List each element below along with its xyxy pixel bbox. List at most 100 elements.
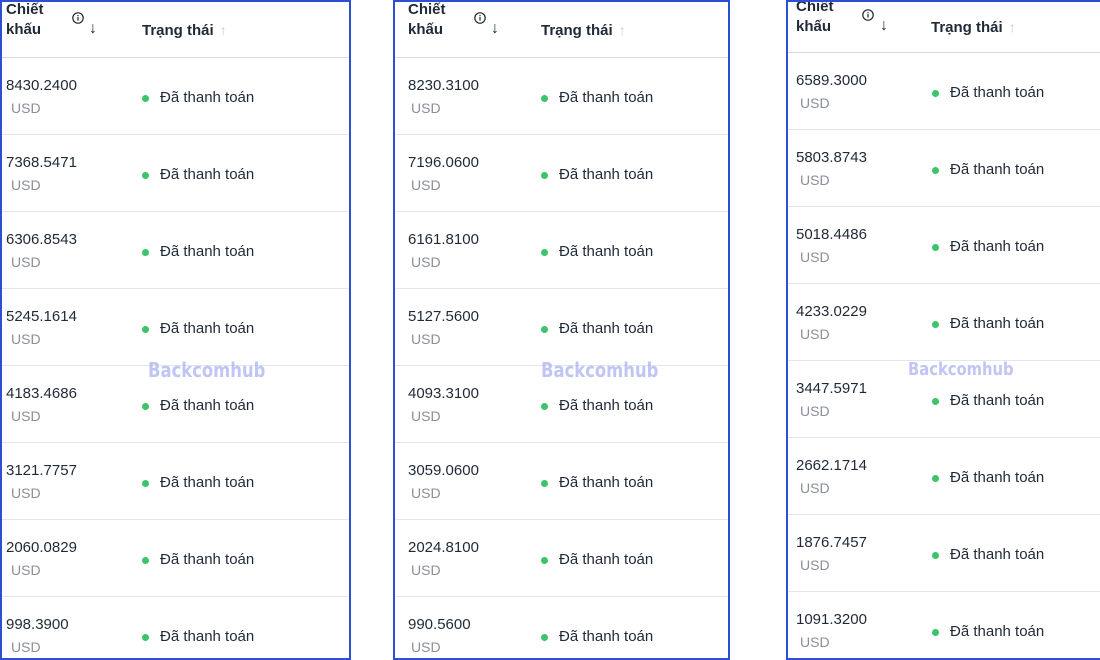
table-row[interactable]: 5127.5600 USD Đã thanh toán	[395, 289, 728, 366]
table-row[interactable]: 2060.0829 USD Đã thanh toán	[2, 520, 349, 597]
status-text: Đã thanh toán	[160, 628, 255, 645]
currency-label: USD	[411, 639, 441, 655]
table-row[interactable]: 2024.8100 USD Đã thanh toán	[395, 520, 728, 597]
discount-amount: 2662.1714	[796, 457, 867, 474]
currency-label: USD	[800, 249, 830, 265]
status-text: Đã thanh toán	[160, 243, 255, 260]
table-row[interactable]: 7196.0600 USD Đã thanh toán	[395, 135, 728, 212]
sort-descending-icon[interactable]: ↓	[880, 17, 888, 35]
status-dot-icon	[932, 474, 939, 482]
sort-ascending-icon[interactable]: ↑	[619, 22, 626, 38]
discount-amount: 3121.7757	[6, 462, 77, 479]
table-row[interactable]: 3121.7757 USD Đã thanh toán	[2, 443, 349, 520]
status-badge: Đã thanh toán	[541, 473, 653, 493]
discount-amount: 7196.0600	[408, 154, 479, 171]
table-row[interactable]: 6161.8100 USD Đã thanh toán	[395, 212, 728, 289]
status-badge: Đã thanh toán	[142, 88, 254, 108]
column-header-status[interactable]: Trạng thái ↑	[142, 22, 227, 39]
status-dot-icon	[541, 479, 548, 487]
table-row[interactable]: 8230.3100 USD Đã thanh toán	[395, 58, 728, 135]
table-row[interactable]: 5018.4486 USD Đã thanh toán	[788, 207, 1100, 284]
column-header-discount-line2: khấu	[796, 18, 832, 35]
column-header-discount[interactable]: Chiết khấu	[408, 1, 446, 40]
currency-label: USD	[11, 100, 41, 116]
currency-label: USD	[411, 331, 441, 347]
discount-amount: 1091.3200	[796, 611, 867, 628]
table-row[interactable]: 998.3900 USD Đã thanh toán	[2, 597, 349, 658]
table-row[interactable]: 1876.7457 USD Đã thanh toán	[788, 515, 1100, 592]
column-header-discount-line2: khấu	[6, 21, 42, 38]
info-icon[interactable]	[474, 12, 486, 24]
status-dot-icon	[541, 402, 548, 410]
status-dot-icon	[142, 325, 149, 333]
discount-amount: 3059.0600	[408, 462, 479, 479]
currency-label: USD	[411, 562, 441, 578]
table-row[interactable]: 6306.8543 USD Đã thanh toán	[2, 212, 349, 289]
status-dot-icon	[541, 556, 548, 564]
currency-label: USD	[800, 634, 830, 650]
column-header-status[interactable]: Trạng thái ↑	[931, 19, 1016, 36]
table-row[interactable]: 5245.1614 USD Đã thanh toán	[2, 289, 349, 366]
table-row[interactable]: 4233.0229 USD Đã thanh toán	[788, 284, 1100, 361]
column-header-discount[interactable]: Chiết khấu	[796, 2, 834, 37]
info-icon[interactable]	[862, 9, 874, 21]
status-dot-icon	[541, 633, 548, 641]
table-row[interactable]: 4093.3100 USD Đã thanh toán	[395, 366, 728, 443]
status-text: Đã thanh toán	[160, 320, 255, 337]
status-badge: Đã thanh toán	[541, 627, 653, 647]
status-text: Đã thanh toán	[559, 166, 654, 183]
table-row[interactable]: 8430.2400 USD Đã thanh toán	[2, 58, 349, 135]
sort-descending-icon[interactable]: ↓	[491, 20, 499, 38]
currency-label: USD	[800, 172, 830, 188]
sort-ascending-icon[interactable]: ↑	[1009, 19, 1016, 35]
discount-amount: 5018.4486	[796, 226, 867, 243]
status-text: Đã thanh toán	[559, 474, 654, 491]
info-icon[interactable]	[72, 12, 84, 24]
status-badge: Đã thanh toán	[142, 627, 254, 647]
column-header-discount-line2: khấu	[408, 21, 444, 38]
table-row[interactable]: 3447.5971 USD Đã thanh toán	[788, 361, 1100, 438]
status-text: Đã thanh toán	[160, 474, 255, 491]
status-dot-icon	[932, 320, 939, 328]
table-panel-2: Chiết khấu ↓ Trạng thái ↑ 8230.3100 USD Đã …	[393, 0, 730, 660]
status-badge: Đã thanh toán	[541, 242, 653, 262]
table-row[interactable]: 3059.0600 USD Đã thanh toán	[395, 443, 728, 520]
currency-label: USD	[800, 480, 830, 496]
table-row[interactable]: 5803.8743 USD Đã thanh toán	[788, 130, 1100, 207]
discount-amount: 6589.3000	[796, 72, 867, 89]
table-panel-3: Chiết khấu ↓ Trạng thái ↑ 6589.3000 USD Đã …	[786, 0, 1100, 660]
table-row[interactable]: 7368.5471 USD Đã thanh toán	[2, 135, 349, 212]
status-text: Đã thanh toán	[160, 166, 255, 183]
status-dot-icon	[541, 171, 548, 179]
sort-ascending-icon[interactable]: ↑	[220, 22, 227, 38]
status-badge: Đã thanh toán	[541, 396, 653, 416]
status-text: Đã thanh toán	[950, 238, 1045, 255]
currency-label: USD	[800, 557, 830, 573]
table-header: Chiết khấu ↓ Trạng thái ↑	[2, 2, 349, 58]
status-badge: Đã thanh toán	[142, 242, 254, 262]
status-text: Đã thanh toán	[950, 623, 1045, 640]
table-row[interactable]: 1091.3200 USD Đã thanh toán	[788, 592, 1100, 658]
status-badge: Đã thanh toán	[142, 473, 254, 493]
sort-descending-icon[interactable]: ↓	[89, 20, 97, 38]
column-header-discount-line1: Chiết	[408, 1, 446, 18]
column-header-discount[interactable]: Chiết khấu	[6, 2, 44, 40]
table-row[interactable]: 2662.1714 USD Đã thanh toán	[788, 438, 1100, 515]
currency-label: USD	[11, 485, 41, 501]
status-text: Đã thanh toán	[950, 546, 1045, 563]
column-header-status[interactable]: Trạng thái ↑	[541, 22, 626, 39]
status-badge: Đã thanh toán	[932, 468, 1044, 488]
status-dot-icon	[142, 171, 149, 179]
table-row[interactable]: 4183.4686 USD Đã thanh toán	[2, 366, 349, 443]
status-badge: Đã thanh toán	[142, 319, 254, 339]
status-dot-icon	[932, 551, 939, 559]
table-row[interactable]: 990.5600 USD Đã thanh toán	[395, 597, 728, 658]
status-text: Đã thanh toán	[950, 392, 1045, 409]
discount-amount: 2024.8100	[408, 539, 479, 556]
status-badge: Đã thanh toán	[541, 319, 653, 339]
column-header-status-label: Trạng thái	[142, 22, 214, 39]
discount-amount: 4093.3100	[408, 385, 479, 402]
table-row[interactable]: 6589.3000 USD Đã thanh toán	[788, 53, 1100, 130]
status-dot-icon	[142, 556, 149, 564]
status-dot-icon	[932, 628, 939, 636]
